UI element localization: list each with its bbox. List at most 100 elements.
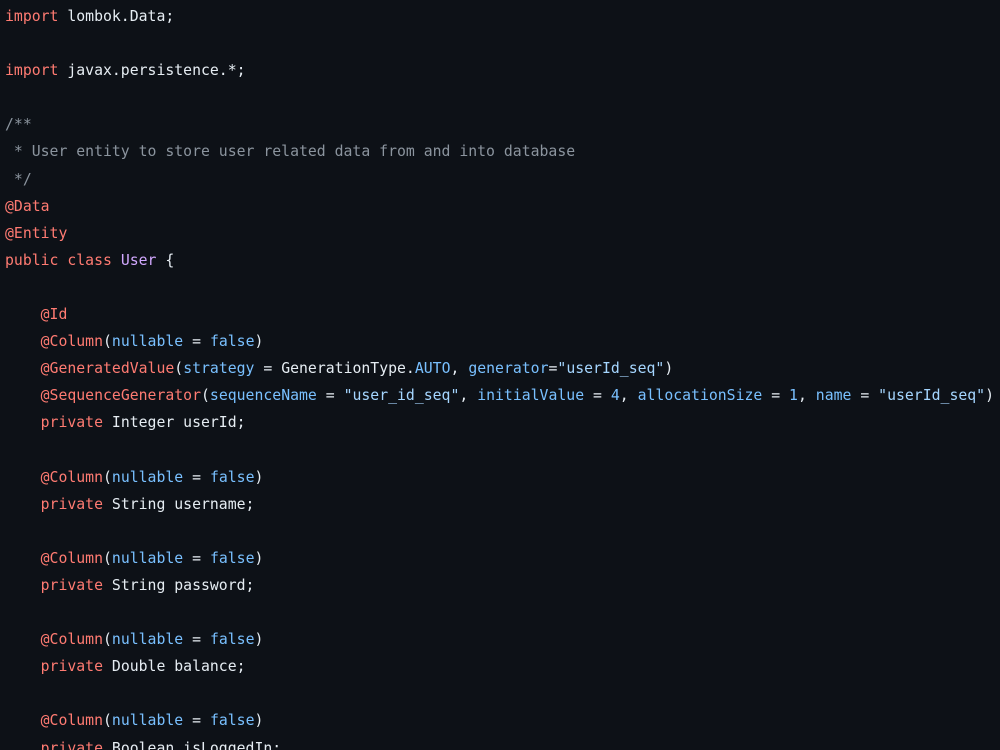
code-text: ( bbox=[103, 333, 112, 351]
code-text: = GenerationType. bbox=[254, 360, 415, 378]
keyword-token: public class bbox=[5, 251, 112, 269]
code-text: = bbox=[762, 387, 790, 405]
code-text: = bbox=[183, 333, 210, 351]
annotation-token: @Column bbox=[40, 468, 103, 486]
code-text: = bbox=[851, 387, 879, 405]
attribute-token: nullable bbox=[111, 712, 184, 730]
code-text: String username; bbox=[103, 495, 255, 513]
code-line: private String username; bbox=[5, 491, 994, 518]
annotation-token: @Entity bbox=[5, 224, 68, 242]
attribute-token: allocationSize bbox=[637, 387, 763, 405]
literal-token: false bbox=[209, 468, 255, 486]
code-line: private Double balance; bbox=[5, 653, 994, 680]
code-line: import javax.persistence.*; bbox=[5, 57, 994, 84]
code-text: ) bbox=[254, 549, 264, 567]
code-text: , bbox=[450, 360, 469, 378]
annotation-token: @Column bbox=[40, 712, 103, 730]
code-line: @Column(nullable = false) bbox=[5, 328, 994, 355]
code-text: , bbox=[459, 387, 478, 405]
code-text: ) bbox=[254, 631, 264, 649]
literal-token: 4 bbox=[610, 387, 620, 405]
code-text: = bbox=[183, 468, 210, 486]
comment-token: * User entity to store user related data… bbox=[5, 143, 576, 161]
attribute-token: strategy bbox=[183, 360, 255, 378]
attribute-token: generator bbox=[468, 360, 549, 378]
code-text: ( bbox=[103, 631, 112, 649]
literal-token: false bbox=[209, 631, 255, 649]
code-line: @Entity bbox=[5, 220, 994, 247]
code-block[interactable]: import lombok.Data; import javax.persiste… bbox=[5, 3, 994, 750]
attribute-token: nullable bbox=[111, 468, 184, 486]
code-line: import lombok.Data; bbox=[5, 3, 994, 30]
attribute-token: sequenceName bbox=[209, 387, 317, 405]
annotation-token: @Id bbox=[40, 306, 68, 324]
code-text: Boolean isLoggedIn; bbox=[103, 739, 282, 750]
code-text: ( bbox=[103, 549, 112, 567]
literal-token: 1 bbox=[789, 387, 798, 405]
code-line: */ bbox=[5, 166, 994, 193]
code-line: private Integer userId; bbox=[5, 409, 994, 436]
attribute-token: nullable bbox=[111, 333, 184, 351]
code-line: @Column(nullable = false) bbox=[5, 707, 994, 734]
keyword-token: private bbox=[40, 495, 103, 513]
literal-token: false bbox=[209, 333, 255, 351]
code-text: , bbox=[797, 387, 816, 405]
code-text: ) bbox=[254, 468, 264, 486]
keyword-token: private bbox=[40, 658, 103, 676]
literal-token: false bbox=[209, 549, 255, 567]
code-line: private Boolean isLoggedIn; bbox=[5, 735, 994, 750]
attribute-token: initialValue bbox=[477, 387, 585, 405]
code-text: = bbox=[183, 549, 210, 567]
annotation-token: @Column bbox=[40, 631, 103, 649]
code-text: = bbox=[316, 387, 344, 405]
code-text: Double balance; bbox=[103, 658, 246, 676]
code-line: * User entity to store user related data… bbox=[5, 138, 994, 165]
code-text: { bbox=[156, 251, 175, 269]
comment-token: */ bbox=[5, 170, 32, 188]
code-text: ( bbox=[174, 360, 184, 378]
code-text: ) bbox=[664, 360, 674, 378]
code-line: public class User { bbox=[5, 247, 994, 274]
attribute-token: nullable bbox=[111, 631, 184, 649]
code-text: String password; bbox=[103, 576, 255, 594]
code-text: ) bbox=[254, 712, 264, 730]
string-token: "userId_seq" bbox=[557, 360, 665, 378]
code-text: lombok.Data; bbox=[58, 8, 175, 25]
code-text: Integer userId; bbox=[103, 414, 246, 432]
string-token: "userId_seq" bbox=[878, 387, 986, 405]
code-text: ) bbox=[254, 333, 264, 351]
attribute-token: nullable bbox=[111, 549, 184, 567]
annotation-token: @Column bbox=[40, 549, 103, 567]
keyword-token: import bbox=[5, 8, 59, 25]
code-text: ) bbox=[985, 387, 994, 405]
annotation-token: @SequenceGenerator bbox=[40, 387, 201, 405]
literal-token: AUTO bbox=[414, 360, 451, 378]
code-text: javax.persistence.*; bbox=[58, 62, 246, 80]
annotation-token: @GeneratedValue bbox=[40, 360, 175, 378]
annotation-token: @Data bbox=[5, 197, 50, 215]
code-text: = bbox=[183, 631, 210, 649]
code-text: , bbox=[619, 387, 638, 405]
keyword-token: private bbox=[40, 414, 103, 432]
code-viewer[interactable]: import lombok.Data; import javax.persiste… bbox=[0, 0, 1000, 750]
keyword-token: import bbox=[5, 62, 59, 80]
attribute-token: name bbox=[815, 387, 852, 405]
code-line: /** bbox=[5, 111, 994, 138]
code-line: @Column(nullable = false) bbox=[5, 545, 994, 572]
code-line: @SequenceGenerator(sequenceName = "user_… bbox=[5, 382, 994, 409]
code-text: = bbox=[183, 712, 210, 730]
